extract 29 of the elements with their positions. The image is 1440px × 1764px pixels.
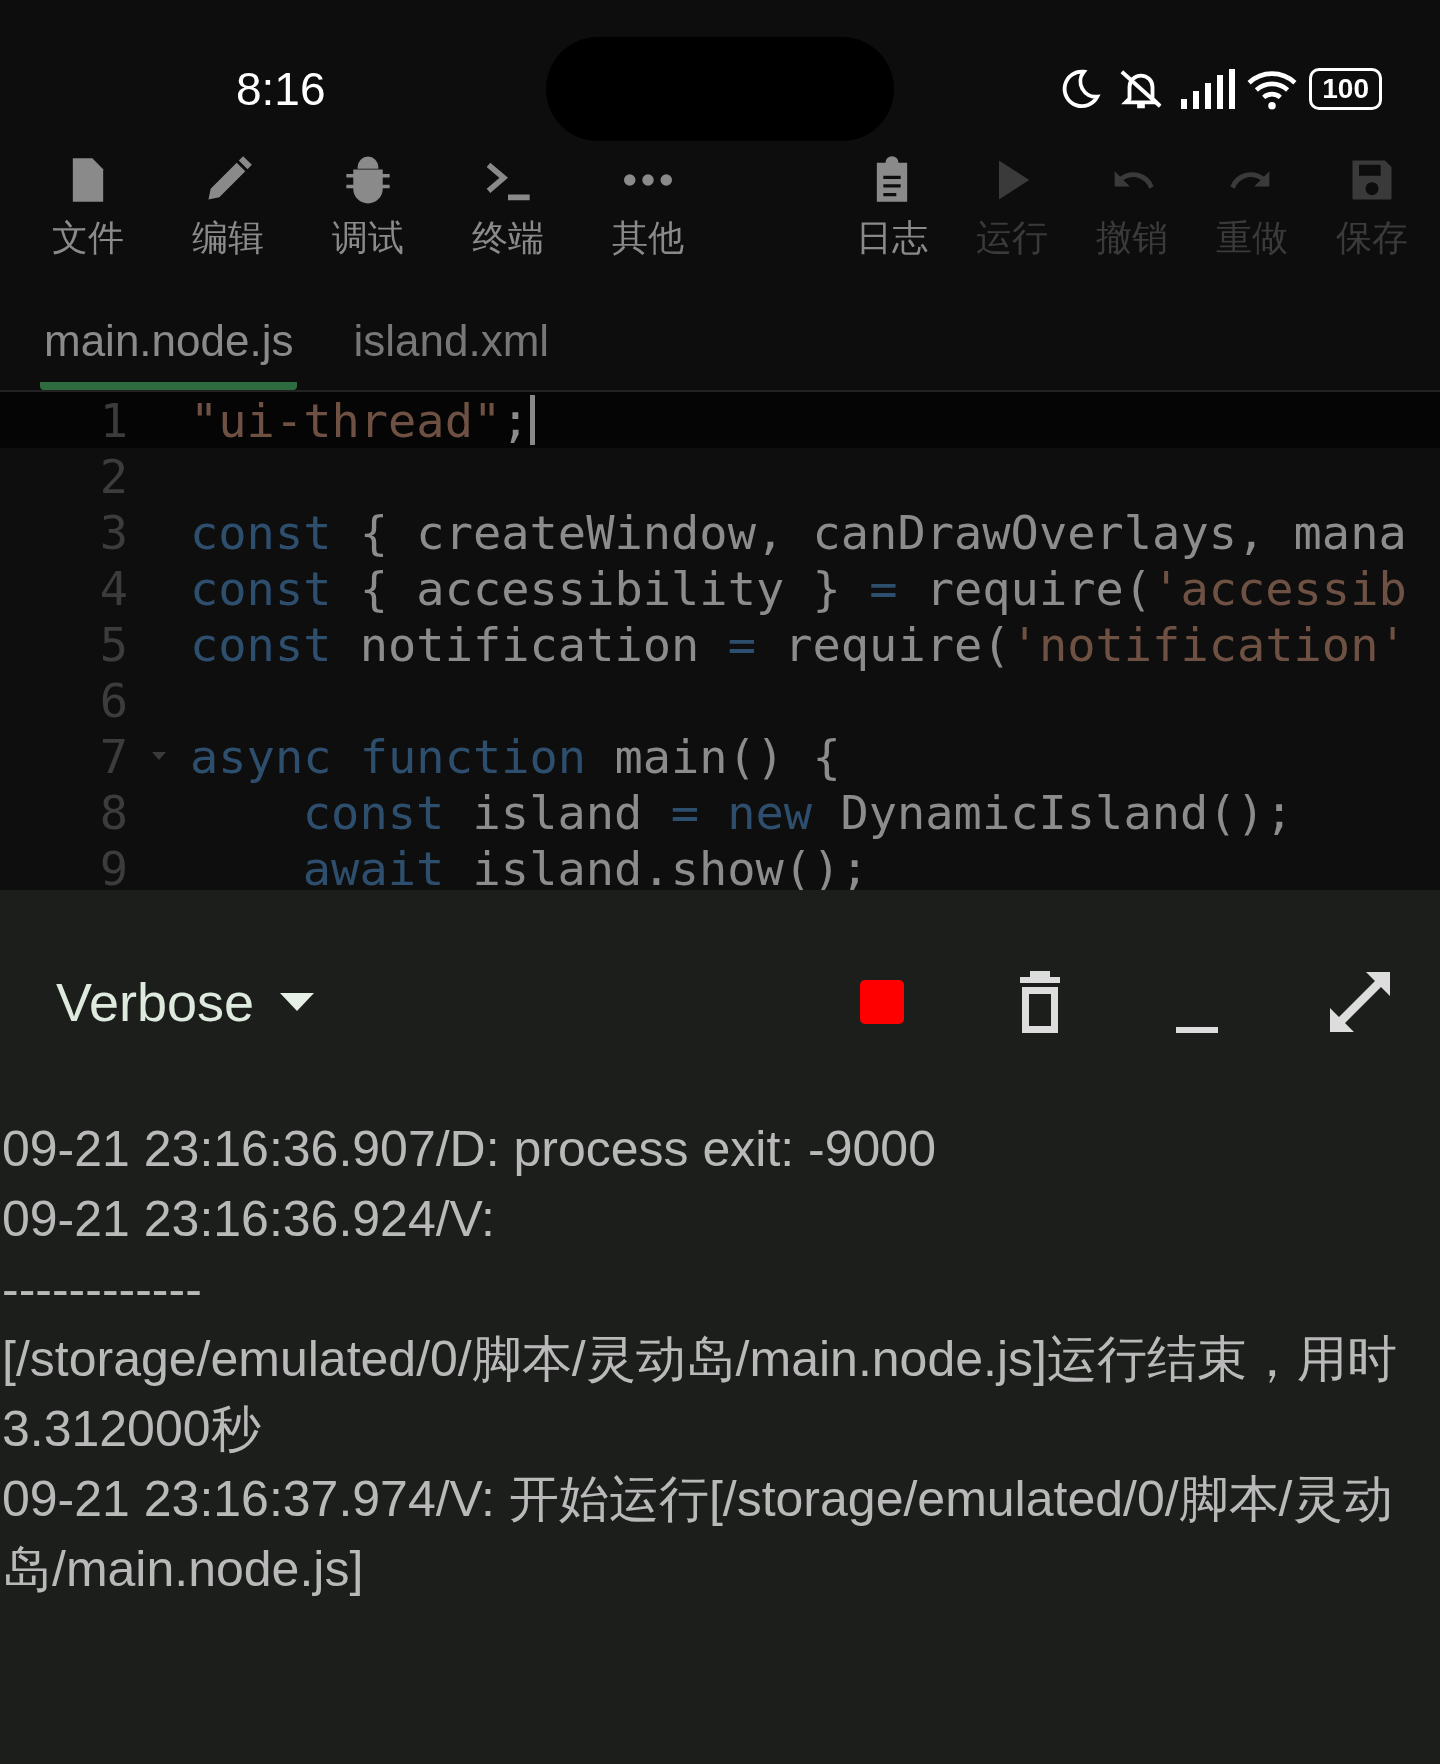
log-level-dropdown[interactable]: Verbose: [56, 971, 315, 1033]
code-line: "ui-thread";: [190, 392, 530, 448]
toolbar-button[interactable]: 文件: [24, 148, 152, 278]
log-entry: [/storage/emulated/0/脚本/灵动岛/main.node.js]运行结束，用时3.312000秒: [2, 1330, 1398, 1459]
text-cursor: [529, 395, 535, 445]
caret-icon: [280, 993, 315, 1011]
signal-icon: [1179, 69, 1236, 109]
toolbar-button[interactable]: 终端: [444, 148, 572, 278]
code-line: const island = new DynamicIsland();: [302, 784, 1294, 840]
battery-indicator: 100: [1309, 68, 1382, 110]
log-entry: 09-21 23:16:37.974/V: 开始运行[/storage/emulated/0/脚本/灵动岛/main.node.js]: [2, 1470, 1394, 1599]
toolbar-button[interactable]: 调试: [304, 148, 432, 278]
more-icon: [624, 174, 672, 186]
toolbar-button[interactable]: 编辑: [164, 148, 292, 278]
code-line: const { accessibility } = require('accessib: [190, 560, 1407, 616]
code-line: async function main() {: [190, 728, 841, 784]
code-line: const notification = require('notification': [190, 616, 1407, 672]
clock-time: 8:16: [236, 62, 326, 116]
log-entry: 09-21 23:16:36.924/V:: [2, 1190, 496, 1249]
toolbar-button[interactable]: 其他: [584, 148, 712, 278]
toolbar-button[interactable]: 日志: [838, 148, 946, 278]
log-entry: ------------: [2, 1260, 203, 1319]
log-entry: 09-21 23:16:36.907/D: process exit: -9000: [2, 1120, 937, 1179]
fold-caret-icon: [151, 751, 167, 761]
expand-icon[interactable]: [1330, 972, 1390, 1032]
code-line: const { createWindow, canDrawOverlays, mana: [190, 504, 1407, 560]
file-tab[interactable]: island.xml: [349, 316, 554, 390]
wifi-icon: [1247, 68, 1298, 110]
code-editor[interactable]: [0, 392, 1440, 890]
